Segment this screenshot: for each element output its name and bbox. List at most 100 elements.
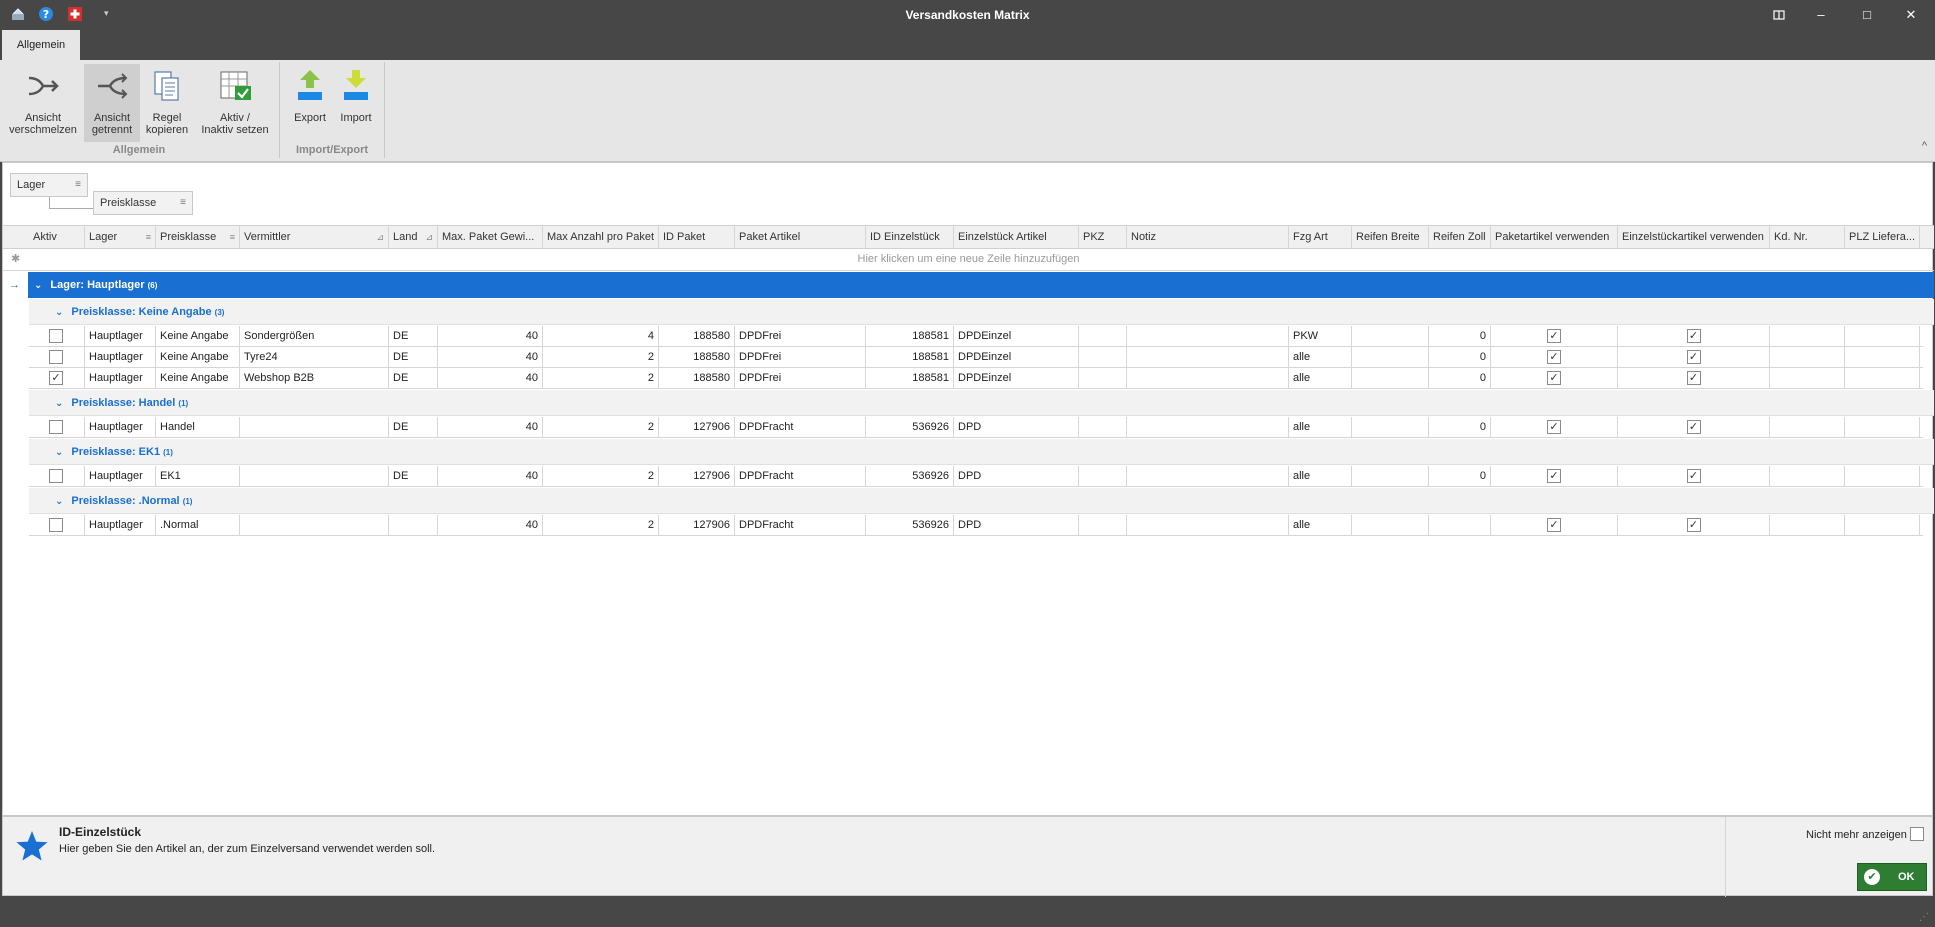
cell-land[interactable] <box>389 515 438 535</box>
cell-plz-lieferadresse[interactable] <box>1845 368 1920 388</box>
column-header-max-paket-gewicht[interactable]: Max. Paket Gewi... <box>438 226 543 249</box>
column-header-preisklasse[interactable]: Preisklasse ≡ <box>156 226 240 249</box>
cell-max-anzahl-pro-paket[interactable]: 2 <box>543 417 659 437</box>
cell-notiz[interactable] <box>1127 466 1289 486</box>
cell-paket-artikel[interactable]: DPDFracht <box>735 515 866 535</box>
column-header-einzelstueck-artikel[interactable]: Einzelstück Artikel <box>954 226 1079 249</box>
group-row-preisklasse[interactable]: ⌄ Preisklasse: .Normal (1) <box>29 488 1934 514</box>
verwenden-checkbox[interactable]: ✓ <box>1686 350 1701 364</box>
filter-icon[interactable]: ≡ <box>180 192 186 214</box>
export-button[interactable]: Export <box>288 64 332 142</box>
cell-reifen-zoll[interactable] <box>1429 515 1491 535</box>
column-header-lager[interactable]: Lager ≡ <box>85 226 156 249</box>
cell-max-anzahl-pro-paket[interactable]: 2 <box>543 515 659 535</box>
cell-max-paket-gewicht[interactable]: 40 <box>438 417 543 437</box>
cell-lager[interactable]: Hauptlager <box>85 368 156 388</box>
cell-pkz[interactable] <box>1079 347 1127 367</box>
cell-fzg-art[interactable]: alle <box>1289 368 1352 388</box>
verwenden-checkbox[interactable]: ✓ <box>1547 329 1561 343</box>
cell-pkz[interactable] <box>1079 466 1127 486</box>
cell-max-anzahl-pro-paket[interactable]: 2 <box>543 466 659 486</box>
column-header-id-paket[interactable]: ID Paket <box>659 226 735 249</box>
cell-notiz[interactable] <box>1127 417 1289 437</box>
cell-aktiv[interactable] <box>29 417 85 437</box>
cell-reifen-zoll[interactable]: 0 <box>1429 347 1491 367</box>
column-header-plz-lieferadresse[interactable]: PLZ Liefera... <box>1845 226 1920 249</box>
cell-lager[interactable]: Hauptlager <box>85 515 156 535</box>
cell-vermittler[interactable]: Tyre24 <box>240 347 389 367</box>
cell-einzelstueckartikel-verwenden[interactable]: ✓ <box>1618 326 1770 346</box>
cell-paketartikel-verwenden[interactable]: ✓ <box>1491 326 1618 346</box>
filter-icon[interactable]: ≡ <box>230 226 235 248</box>
cell-einzelstueck-artikel[interactable]: DPDEinzel <box>954 368 1079 388</box>
cell-land[interactable]: DE <box>389 368 438 388</box>
cell-paketartikel-verwenden[interactable]: ✓ <box>1491 466 1618 486</box>
cell-preisklasse[interactable]: Keine Angabe <box>156 347 240 367</box>
aktiv-checkbox[interactable] <box>49 420 63 434</box>
cell-pkz[interactable] <box>1079 368 1127 388</box>
cell-paketartikel-verwenden[interactable]: ✓ <box>1491 417 1618 437</box>
cell-max-anzahl-pro-paket[interactable]: 2 <box>543 347 659 367</box>
ok-button[interactable]: ✔ OK <box>1857 863 1927 891</box>
maximize-button[interactable]: □ <box>1856 4 1878 26</box>
cell-notiz[interactable] <box>1127 326 1289 346</box>
aktiv-checkbox[interactable] <box>49 469 63 483</box>
cell-kd-nr[interactable] <box>1770 326 1845 346</box>
cell-id-paket[interactable]: 188580 <box>659 368 735 388</box>
column-header-vermittler[interactable]: Vermittler ⊿ <box>240 226 389 249</box>
table-row[interactable]: Hauptlager EK1 DE 40 2 127906 DPDFracht 536926 D… <box>29 466 1923 487</box>
cell-paketartikel-verwenden[interactable]: ✓ <box>1491 368 1618 388</box>
cell-lager[interactable]: Hauptlager <box>85 417 156 437</box>
cell-vermittler[interactable]: Sondergrößen <box>240 326 389 346</box>
dont-show-again-checkbox[interactable] <box>1910 827 1924 841</box>
column-header-aktiv[interactable]: Aktiv <box>29 226 85 249</box>
cell-reifen-breite[interactable] <box>1352 347 1429 367</box>
verwenden-checkbox[interactable]: ✓ <box>1686 469 1701 483</box>
verwenden-checkbox[interactable]: ✓ <box>1686 329 1701 343</box>
cell-max-paket-gewicht[interactable]: 40 <box>438 326 543 346</box>
cell-kd-nr[interactable] <box>1770 515 1845 535</box>
cell-id-paket[interactable]: 127906 <box>659 417 735 437</box>
cell-einzelstueckartikel-verwenden[interactable]: ✓ <box>1618 466 1770 486</box>
cell-paket-artikel[interactable]: DPDFracht <box>735 417 866 437</box>
cell-pkz[interactable] <box>1079 515 1127 535</box>
group-chip-preisklasse[interactable]: Preisklasse ≡ <box>93 191 193 215</box>
copy-rule-button[interactable]: Regel kopieren <box>142 64 192 142</box>
cell-land[interactable]: DE <box>389 466 438 486</box>
group-row-preisklasse[interactable]: ⌄ Preisklasse: Handel (1) <box>29 390 1934 416</box>
table-row[interactable]: ✓ Hauptlager Keine Angabe Webshop B2B DE 40 2 1… <box>29 368 1923 389</box>
cell-pkz[interactable] <box>1079 326 1127 346</box>
cell-plz-lieferadresse[interactable] <box>1845 347 1920 367</box>
toggle-active-button[interactable]: Aktiv / Inaktiv setzen <box>196 64 274 142</box>
table-row[interactable]: Hauptlager Keine Angabe Tyre24 DE 40 2 188580 D… <box>29 347 1923 368</box>
cell-id-einzelstueck[interactable]: 188581 <box>866 368 954 388</box>
cell-reifen-zoll[interactable]: 0 <box>1429 466 1491 486</box>
cell-notiz[interactable] <box>1127 515 1289 535</box>
cell-reifen-breite[interactable] <box>1352 515 1429 535</box>
verwenden-checkbox[interactable]: ✓ <box>1547 420 1561 434</box>
group-row-preisklasse[interactable]: ⌄ Preisklasse: EK1 (1) <box>29 439 1934 465</box>
column-header-land[interactable]: Land ⊿ <box>389 226 438 249</box>
aktiv-checkbox[interactable] <box>49 518 63 532</box>
aktiv-checkbox[interactable] <box>49 350 63 364</box>
verwenden-checkbox[interactable]: ✓ <box>1686 518 1701 532</box>
cell-max-paket-gewicht[interactable]: 40 <box>438 368 543 388</box>
column-header-max-anzahl-pro-paket[interactable]: Max Anzahl pro Paket <box>543 226 659 249</box>
cell-aktiv[interactable] <box>29 515 85 535</box>
cell-id-einzelstueck[interactable]: 536926 <box>866 466 954 486</box>
cell-id-paket[interactable]: 188580 <box>659 347 735 367</box>
cell-pkz[interactable] <box>1079 417 1127 437</box>
cell-einzelstueckartikel-verwenden[interactable]: ✓ <box>1618 368 1770 388</box>
verwenden-checkbox[interactable]: ✓ <box>1547 518 1561 532</box>
cell-paket-artikel[interactable]: DPDFrei <box>735 368 866 388</box>
table-row[interactable]: Hauptlager Keine Angabe Sondergrößen DE 40 4 1… <box>29 326 1923 347</box>
cell-paketartikel-verwenden[interactable]: ✓ <box>1491 347 1618 367</box>
cell-land[interactable]: DE <box>389 347 438 367</box>
cell-plz-lieferadresse[interactable] <box>1845 326 1920 346</box>
cell-kd-nr[interactable] <box>1770 466 1845 486</box>
cell-id-paket[interactable]: 127906 <box>659 515 735 535</box>
sort-icon[interactable]: ⊿ <box>376 226 384 248</box>
cell-lager[interactable]: Hauptlager <box>85 347 156 367</box>
cell-preisklasse[interactable]: EK1 <box>156 466 240 486</box>
ribbon-collapse-button[interactable]: ^ <box>1922 140 1927 152</box>
